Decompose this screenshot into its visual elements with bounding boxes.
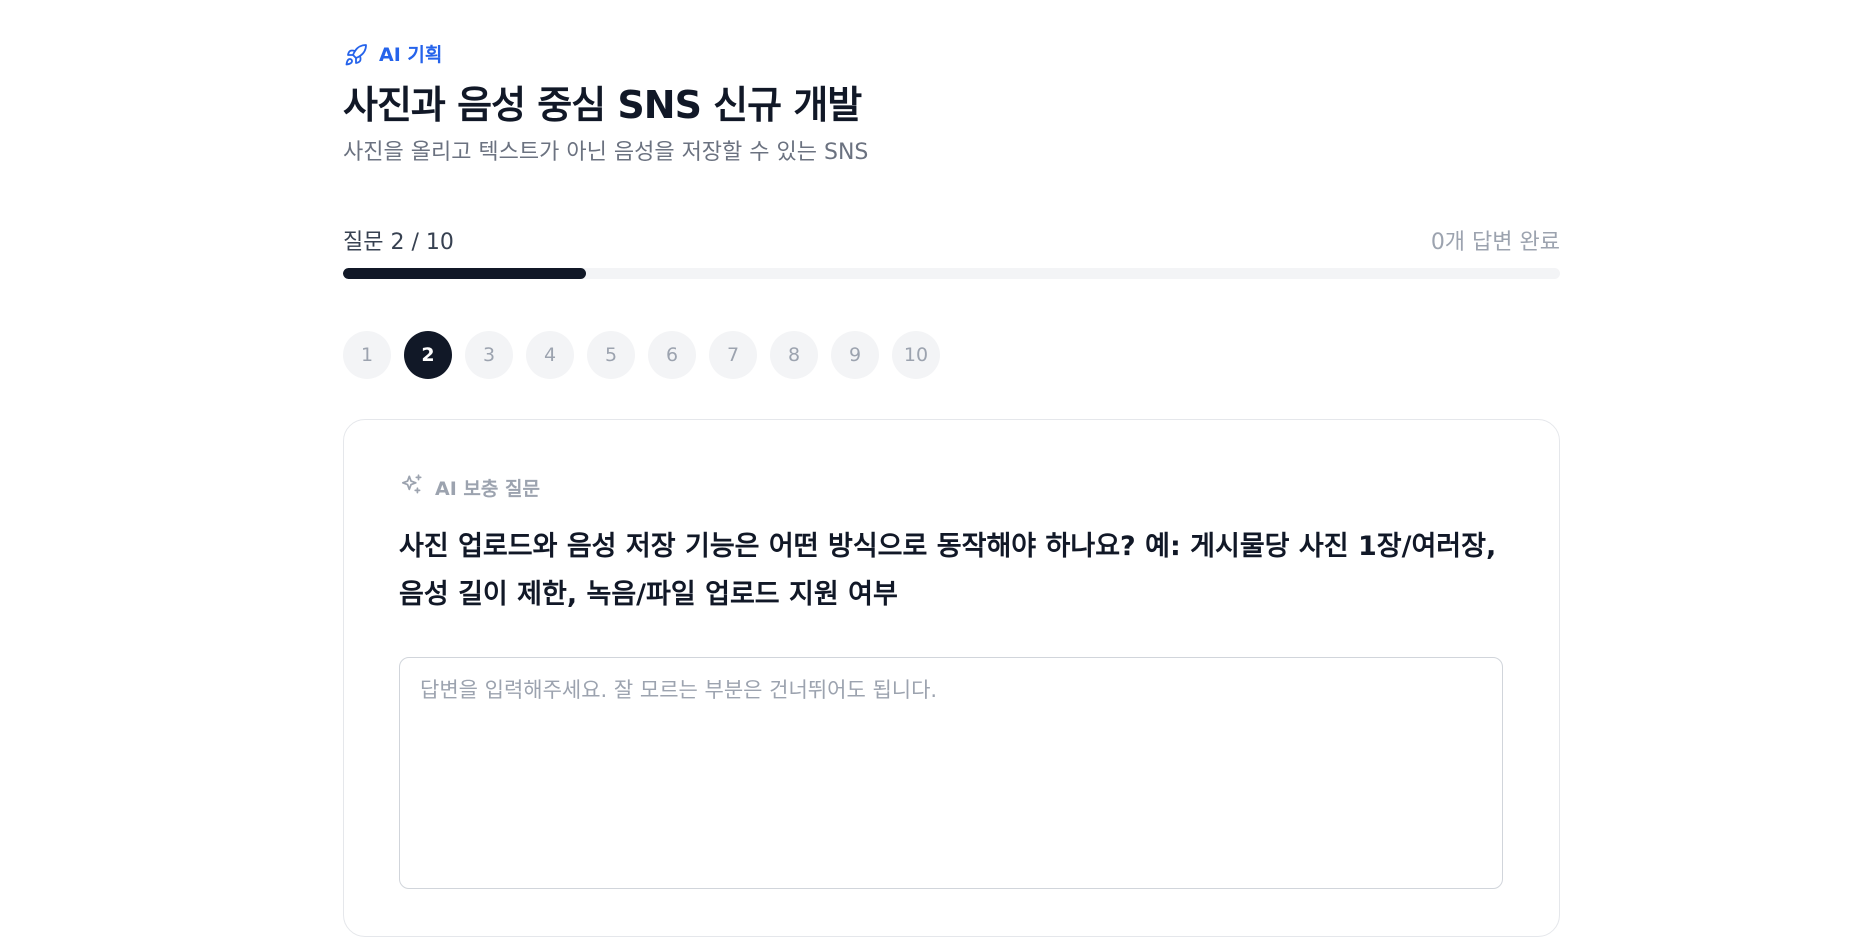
question-tag: AI 보충 질문 <box>399 473 1503 501</box>
main-content: AI 기획 사진과 음성 중심 SNS 신규 개발 사진을 올리고 텍스트가 아… <box>343 38 1560 938</box>
question-text: 사진 업로드와 음성 저장 기능은 어떤 방식으로 동작해야 하나요? 예: 게… <box>399 531 1497 611</box>
eyebrow: AI 기획 <box>343 38 1560 72</box>
eyebrow-label: AI 기획 <box>379 43 443 66</box>
question-progress-label: 질문 2 / 10 <box>343 230 454 256</box>
page-subtitle: 사진을 올리고 텍스트가 아닌 음성을 저장할 수 있는 SNS <box>343 139 869 165</box>
progress-bar <box>343 268 1560 280</box>
step-9[interactable]: 9 <box>831 331 879 380</box>
step-8[interactable]: 8 <box>770 331 818 380</box>
answer-textarea[interactable] <box>399 657 1503 890</box>
step-6[interactable]: 6 <box>648 331 696 380</box>
page-title: 사진과 음성 중심 SNS 신규 개발 <box>343 83 862 127</box>
answered-count: 0개 답변 완료 <box>1430 230 1560 256</box>
page: AI 기획 사진과 음성 중심 SNS 신규 개발 사진을 올리고 텍스트가 아… <box>0 0 1856 952</box>
step-navigator: 1 2 3 4 5 6 7 8 9 10 <box>343 331 1560 380</box>
step-4[interactable]: 4 <box>526 331 574 380</box>
progress-header: 질문 2 / 10 0개 답변 완료 <box>343 224 1560 256</box>
step-1[interactable]: 1 <box>343 331 391 380</box>
sparkles-icon <box>399 472 425 502</box>
rocket-icon <box>343 42 369 68</box>
step-2[interactable]: 2 <box>404 331 452 380</box>
progress-bar-fill <box>343 268 587 280</box>
step-10[interactable]: 10 <box>892 331 940 380</box>
step-5[interactable]: 5 <box>587 331 635 380</box>
question-tag-label: AI 보충 질문 <box>435 477 540 500</box>
question-card: AI 보충 질문 사진 업로드와 음성 저장 기능은 어떤 방식으로 동작해야 … <box>343 419 1560 938</box>
step-7[interactable]: 7 <box>709 331 757 380</box>
step-3[interactable]: 3 <box>465 331 513 380</box>
